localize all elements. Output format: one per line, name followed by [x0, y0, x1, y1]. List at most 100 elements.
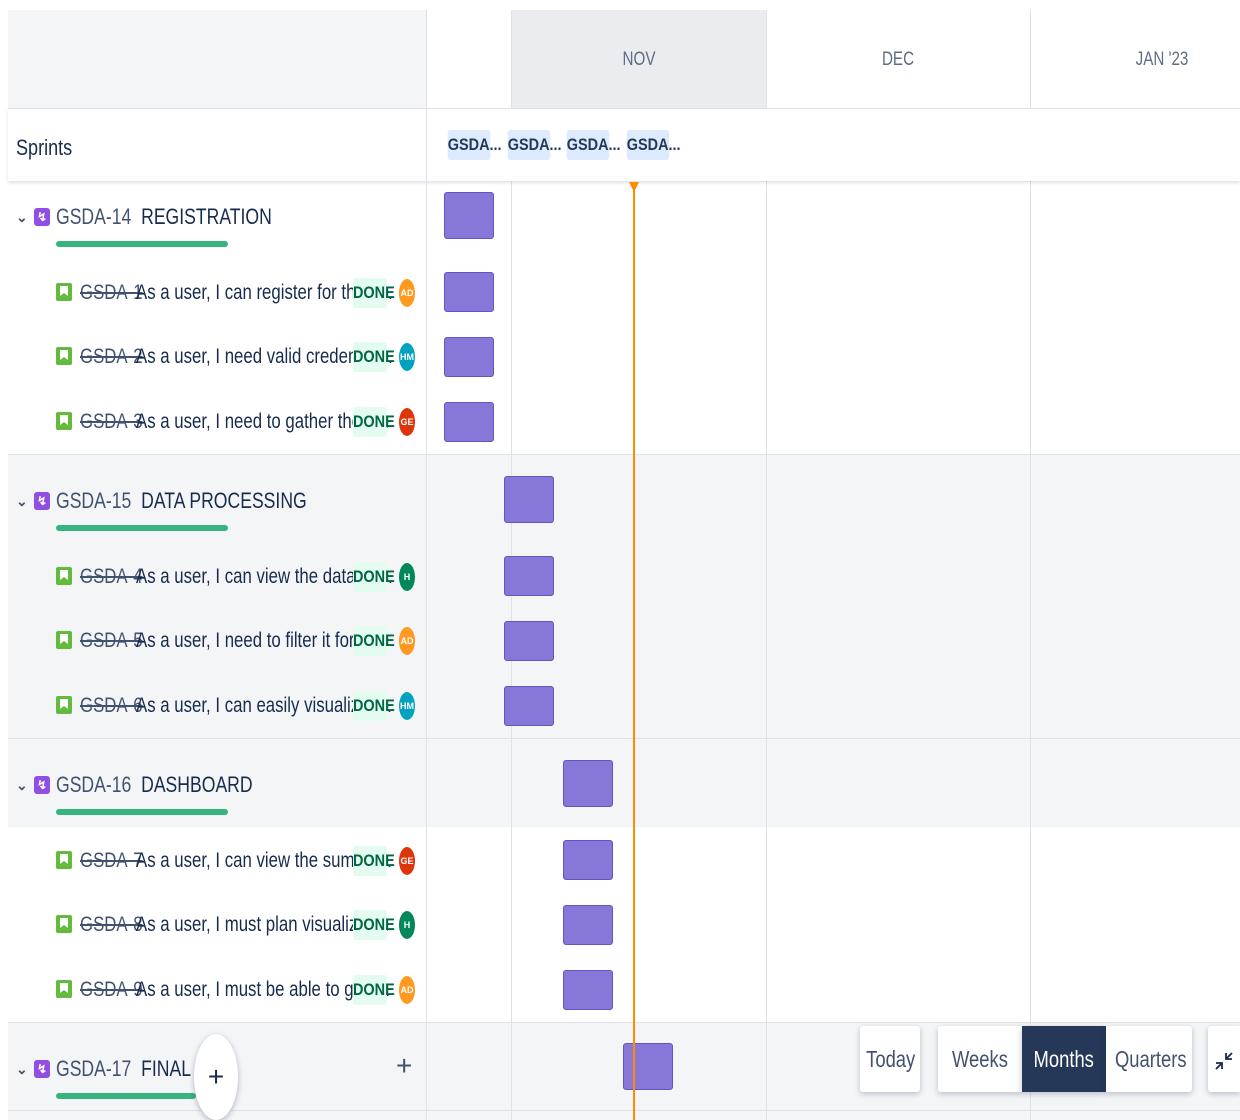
story-key[interactable]: GSDA-9 [80, 978, 143, 1002]
avatar[interactable]: HM [399, 692, 415, 720]
story-row[interactable]: GSDA-7 As a user, I can view the summa..… [8, 829, 426, 893]
epic-title[interactable]: GSDA-14 REGISTRATION [56, 204, 272, 230]
story-key[interactable]: GSDA-1 [80, 281, 143, 305]
epic-title[interactable]: GSDA-16 DASHBOARD [56, 772, 253, 798]
status-badge[interactable]: DONE [353, 278, 395, 308]
epic-row[interactable]: ⌄ ↯ GSDA-14 REGISTRATION [8, 182, 426, 254]
timeline-bar[interactable] [504, 686, 554, 726]
status-badge[interactable]: DONE [353, 407, 395, 437]
status-badge[interactable]: DONE [353, 975, 395, 1005]
epic-title[interactable]: GSDA-15 DATA PROCESSING [56, 488, 307, 514]
timeline-bar[interactable] [563, 760, 613, 807]
avatar[interactable]: GE [399, 847, 415, 875]
story-summary[interactable]: As a user, I must be able to gain... [136, 978, 390, 1002]
status-badge[interactable]: DONE [353, 846, 395, 876]
status-badge[interactable]: DONE [353, 910, 395, 940]
sprint-chip[interactable]: GSDA... [566, 130, 621, 160]
story-key[interactable]: GSDA-3 [80, 410, 143, 434]
epic-title[interactable]: GSDA-17 FINAL [56, 1056, 191, 1082]
today-button[interactable]: Today [860, 1026, 920, 1092]
avatar[interactable]: H [399, 911, 415, 939]
month-label: JAN '23 [1135, 49, 1189, 70]
story-row[interactable]: GSDA-5 As a user, I need to filter it fo… [8, 609, 426, 673]
epic-icon: ↯ [34, 1060, 50, 1078]
status-badge[interactable]: DONE [353, 626, 395, 656]
story-row[interactable]: GSDA-9 As a user, I must be able to gain… [8, 958, 426, 1022]
story-icon [56, 696, 72, 714]
story-icon [56, 915, 72, 933]
timeline-bar[interactable] [444, 192, 494, 239]
chevron-down-icon[interactable]: ⌄ [16, 1061, 28, 1078]
divider [8, 454, 1240, 455]
story-key[interactable]: GSDA-7 [80, 849, 143, 873]
months-button[interactable]: Months [1022, 1026, 1106, 1092]
timeline-bar[interactable] [563, 970, 613, 1010]
chevron-down-icon[interactable]: ⌄ [16, 777, 28, 794]
epic-icon: ↯ [34, 208, 50, 226]
story-key[interactable]: GSDA-6 [80, 694, 143, 718]
timeline-bar[interactable] [444, 402, 494, 442]
epic-row[interactable]: ⌄ ↯ GSDA-16 DASHBOARD [8, 750, 426, 822]
epic-icon: ↯ [34, 776, 50, 794]
epic-row[interactable]: ⌄ ↯ GSDA-15 DATA PROCESSING [8, 466, 426, 538]
today-line [633, 182, 635, 1120]
timeline-bar[interactable] [563, 840, 613, 880]
avatar[interactable]: GE [399, 408, 415, 436]
epic-progress-bar [56, 809, 228, 815]
story-icon [56, 980, 72, 998]
story-icon [56, 347, 72, 365]
avatar[interactable]: HM [399, 343, 415, 371]
weeks-button[interactable]: Weeks [938, 1026, 1022, 1092]
collapse-icon[interactable] [1208, 1026, 1240, 1092]
create-button[interactable]: + [194, 1034, 238, 1120]
story-icon [56, 567, 72, 585]
story-row[interactable]: GSDA-2 As a user, I need valid credentia… [8, 325, 426, 389]
timeline-bar[interactable] [623, 1043, 673, 1090]
story-row[interactable]: GSDA-3 As a user, I need to gather the d… [8, 390, 426, 454]
story-key[interactable]: GSDA-4 [80, 565, 143, 589]
today-marker [629, 182, 639, 192]
timeline-bar[interactable] [504, 621, 554, 661]
status-badge[interactable]: DONE [353, 562, 395, 592]
timeline-bar[interactable] [563, 905, 613, 945]
story-row[interactable]: GSDA-6 As a user, I can easily visualize… [8, 674, 426, 738]
story-icon [56, 631, 72, 649]
avatar[interactable]: AD [399, 976, 415, 1004]
story-summary[interactable]: As a user, I need to gather the d... [136, 410, 389, 434]
story-summary[interactable]: As a user, I need to filter it for D... [136, 629, 385, 653]
avatar[interactable]: AD [399, 627, 415, 655]
story-key[interactable]: GSDA-5 [80, 629, 143, 653]
story-row[interactable]: GSDA-8 As a user, I must plan visualizat… [8, 893, 426, 957]
story-icon [56, 283, 72, 301]
story-row[interactable]: GSDA-4 As a user, I can view the data of… [8, 545, 426, 609]
sprint-chip[interactable]: GSDA... [507, 130, 562, 160]
timeline-bar[interactable] [444, 337, 494, 377]
epic-progress-bar [56, 1093, 196, 1099]
add-child-icon[interactable]: + [396, 1050, 412, 1082]
avatar[interactable]: H [399, 563, 415, 591]
divider [8, 738, 1240, 739]
epic-progress-bar [56, 525, 228, 531]
chevron-down-icon[interactable]: ⌄ [16, 493, 28, 510]
story-icon [56, 851, 72, 869]
status-badge[interactable]: DONE [353, 342, 395, 372]
sprint-chip[interactable]: GSDA... [447, 130, 502, 160]
status-badge[interactable]: DONE [353, 691, 395, 721]
story-icon [56, 412, 72, 430]
story-key[interactable]: GSDA-2 [80, 345, 143, 369]
sprints-row [8, 109, 1240, 181]
sprint-chip[interactable]: GSDA... [626, 130, 681, 160]
avatar[interactable]: AD [399, 279, 415, 307]
divider [8, 1110, 1240, 1111]
story-row[interactable]: GSDA-1 As a user, I can register for the… [8, 261, 426, 325]
timeline-bar[interactable] [504, 476, 554, 523]
divider [8, 1022, 1240, 1023]
list-header [8, 10, 426, 109]
quarters-button[interactable]: Quarters [1106, 1026, 1192, 1092]
story-summary[interactable]: As a user, I must plan visualizati... [136, 913, 389, 937]
story-key[interactable]: GSDA-8 [80, 913, 143, 937]
panel-divider[interactable] [426, 10, 427, 1120]
timeline-bar[interactable] [444, 272, 494, 312]
timeline-bar[interactable] [504, 556, 554, 596]
chevron-down-icon[interactable]: ⌄ [16, 209, 28, 226]
